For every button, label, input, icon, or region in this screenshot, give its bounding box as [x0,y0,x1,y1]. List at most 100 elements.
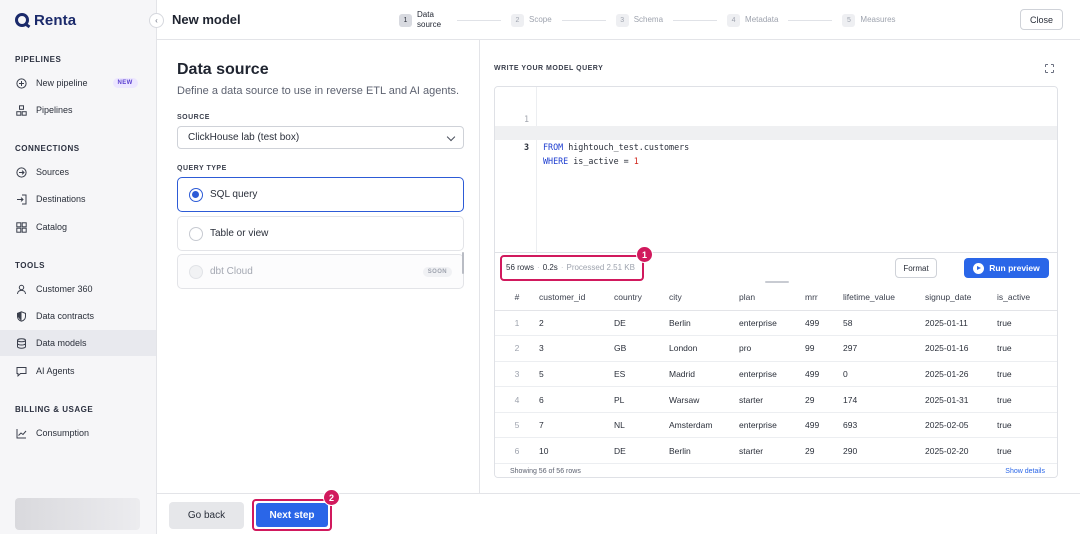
line-number: 3 [523,142,529,152]
sidebar-item-pipelines[interactable]: Pipelines [0,97,156,123]
go-back-button[interactable]: Go back [169,502,244,529]
show-details-link[interactable]: Show details [1005,468,1045,475]
step-measures[interactable]: 5 Measures [842,13,896,27]
plus-circle-icon [16,77,27,89]
table-cell: 174 [843,386,925,413]
step-label: Schema [633,15,664,24]
option-sql-query[interactable]: SQL query [177,177,464,212]
column-header[interactable]: mrr [805,284,843,311]
sidebar-item-catalog[interactable]: Catalog [0,214,156,240]
sidebar-item-label: Data contracts [36,311,95,321]
sidebar-item-customer-360[interactable]: Customer 360 [0,276,156,302]
pipelines-icon [16,104,27,116]
step-schema[interactable]: 3 Schema [615,13,664,27]
table-row: 1 2 DE Berlin enterprise 499 58 2025-01-11 true [495,310,1057,337]
table-cell: 499 [805,412,843,439]
database-icon [16,337,27,349]
query-panel: WRITE YOUR MODEL QUERY 1 SELECT customer… [462,40,1080,493]
column-header[interactable]: # [495,284,539,311]
step-data-source[interactable]: 1 Data source [399,10,447,30]
section-tools: TOOLS [15,261,45,270]
radio-selected-icon [189,187,203,202]
brand-logo[interactable]: Renta [0,0,156,40]
row-index: 5 [495,412,539,439]
table-cell: 297 [843,335,925,362]
sidebar-item-sources[interactable]: Sources [0,159,156,185]
callout-badge-1: 1 [636,246,653,263]
step-connector [673,19,718,21]
column-header[interactable]: country [614,284,669,311]
sidebar-item-label: Data models [36,338,87,348]
chart-icon [16,428,27,439]
sidebar-item-label: New pipeline [36,78,88,88]
row-index: 4 [495,386,539,413]
panel-resize-handle[interactable] [462,252,464,274]
column-header[interactable]: is_active [997,284,1057,311]
account-card[interactable] [15,498,140,530]
form-subtitle: Define a data source to use in reverse E… [177,85,460,97]
row-count: 56 rows [506,263,535,272]
close-button[interactable]: Close [1020,9,1063,30]
table-cell: London [669,335,739,362]
table-cell: 290 [843,437,925,465]
step-label: Measures [860,15,896,24]
table-cell: 2025-02-05 [925,412,997,439]
code-line: 1 SELECT customer_id, country, city, pla… [495,98,1057,138]
column-header[interactable]: city [669,284,739,311]
sidebar-item-new-pipeline[interactable]: New pipeline NEW [0,70,156,96]
collapse-sidebar-icon[interactable]: ‹ [149,13,164,28]
source-icon [16,166,27,178]
next-step-button[interactable]: Next step [256,503,328,527]
user-icon [16,284,27,295]
query-time: 0.2s [542,263,558,272]
run-preview-button[interactable]: Run preview [964,258,1049,278]
sidebar-item-consumption[interactable]: Consumption [0,420,156,446]
table-cell: 2025-01-26 [925,361,997,388]
option-label: dbt Cloud [210,266,253,277]
sidebar-item-destinations[interactable]: Destinations [0,186,156,212]
column-header[interactable]: signup_date [925,284,997,311]
sidebar: Renta PIPELINES New pipeline NEW Pipelin… [0,0,157,534]
column-header[interactable]: plan [739,284,805,311]
table-cell: ES [614,361,669,388]
step-label: Data source [417,10,442,29]
step-number: 4 [727,13,741,27]
sidebar-item-ai-agents[interactable]: AI Agents [0,358,156,384]
results-toolbar: 56 rows · 0.2s · Processed 2.51 KB Format Ru… [495,252,1057,283]
table-cell: DE [614,437,669,465]
column-header[interactable]: customer_id [539,284,614,311]
section-pipelines: PIPELINES [15,55,62,64]
option-label: SQL query [210,189,258,200]
table-cell: 99 [805,335,843,362]
expand-icon[interactable] [1044,63,1055,74]
top-bar: New model 1 Data source 2 Scope 3 Schema… [157,0,1080,40]
sidebar-item-data-models[interactable]: Data models [0,330,156,356]
step-scope[interactable]: 2 Scope [511,13,552,27]
table-cell: 2025-01-16 [925,335,997,362]
source-select[interactable]: ClickHouse lab (test box) [177,126,464,149]
step-label: Metadata [745,15,779,24]
source-label: SOURCE [177,114,210,121]
query-heading: WRITE YOUR MODEL QUERY [494,65,604,72]
table-cell: Berlin [669,310,739,337]
destination-icon [16,194,27,205]
form-title: Data source [177,61,269,78]
sql-editor[interactable]: 1 SELECT customer_id, country, city, pla… [495,87,1057,252]
step-metadata[interactable]: 4 Metadata [727,13,779,27]
sidebar-item-data-contracts[interactable]: Data contracts [0,303,156,329]
sidebar-item-label: Customer 360 [36,284,93,294]
shield-icon [16,310,27,322]
column-header[interactable]: lifetime_value [843,284,925,311]
table-cell: enterprise [739,361,805,388]
sidebar-item-label: Pipelines [36,105,73,115]
table-row: 4 6 PL Warsaw starter 29 174 2025-01-31 true [495,386,1057,413]
query-editor-card: 1 SELECT customer_id, country, city, pla… [494,86,1058,478]
table-cell: pro [739,335,805,362]
table-cell: 29 [805,437,843,465]
step-connector [457,19,501,21]
option-table-or-view[interactable]: Table or view [177,216,464,251]
table-cell: 2025-01-31 [925,386,997,413]
step-number: 3 [615,13,629,27]
format-button[interactable]: Format [895,258,937,278]
table-cell: 2025-01-11 [925,310,997,337]
